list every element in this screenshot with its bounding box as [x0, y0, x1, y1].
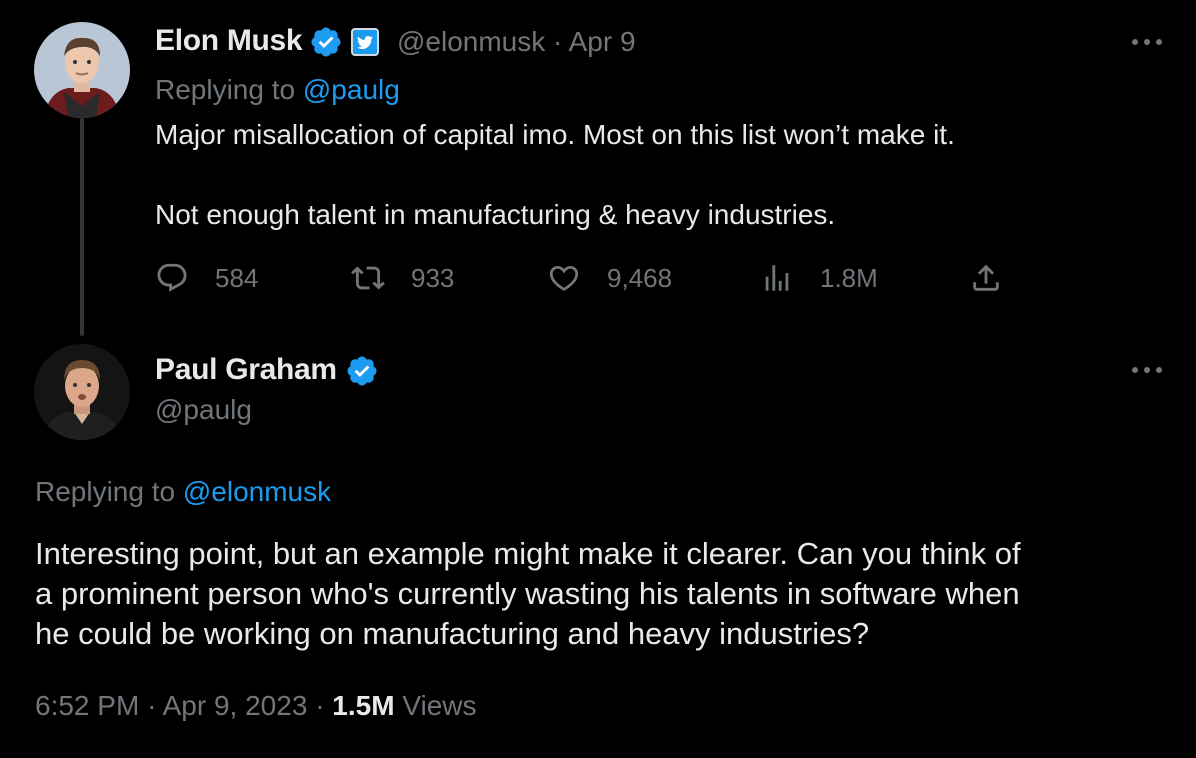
tweet-text-line: he could be working on manufacturing and… [35, 616, 870, 651]
separator-dot: · [553, 26, 563, 57]
share-button[interactable] [969, 258, 1003, 298]
verified-badge-icon[interactable] [345, 354, 379, 388]
replying-to-line: Replying to @elonmusk [35, 476, 331, 508]
author-name[interactable]: Elon Musk [155, 24, 303, 58]
replying-to-handle-link[interactable]: @elonmusk [183, 476, 331, 507]
verified-badge-icon[interactable] [309, 25, 343, 59]
reply-icon [155, 261, 189, 295]
tweet-time[interactable]: 6:52 PM [35, 690, 139, 721]
tweet-full-date[interactable]: Apr 9, 2023 [163, 690, 308, 721]
author-handle[interactable]: @elonmusk [397, 26, 545, 57]
avatar-elon-musk[interactable] [34, 22, 130, 118]
retweet-button[interactable]: 933 [351, 258, 454, 298]
views-button[interactable]: 1.8M [760, 258, 878, 298]
like-count: 9,468 [607, 262, 673, 293]
retweet-icon [351, 261, 385, 295]
views-count: 1.5M [332, 690, 395, 721]
like-icon [547, 261, 581, 295]
tweet-header-meta: @elonmusk · Apr 9 [397, 26, 636, 58]
views-label: Views [402, 690, 477, 721]
tweet-meta: 6:52 PM · Apr 9, 2023 · 1.5M Views [35, 690, 477, 722]
like-button[interactable]: 9,468 [547, 258, 672, 298]
views-count: 1.8M [820, 262, 878, 293]
tweet-text: Interesting point, but an example might … [35, 534, 1021, 654]
tweet-date[interactable]: Apr 9 [569, 26, 636, 57]
tweet-text-line: Interesting point, but an example might … [35, 536, 1021, 571]
retweet-count: 933 [411, 262, 455, 293]
tweet-text-line: Not enough talent in manufacturing & hea… [155, 199, 836, 230]
reply-count: 584 [215, 262, 259, 293]
more-icon[interactable] [1130, 365, 1164, 375]
share-icon [969, 261, 1003, 295]
avatar-paul-graham[interactable] [34, 344, 130, 440]
views-icon [760, 261, 794, 295]
replying-to-handle-link[interactable]: @paulg [303, 74, 400, 105]
tweet-text-line: Major misallocation of capital imo. Most… [155, 119, 955, 150]
author-name[interactable]: Paul Graham [155, 353, 337, 387]
separator-dot: · [147, 690, 157, 721]
separator-dot: · [315, 690, 325, 721]
tweet-text-line: a prominent person who's currently wasti… [35, 576, 1020, 611]
more-icon[interactable] [1130, 37, 1164, 47]
thread-connector-line [80, 118, 84, 336]
replying-to-label: Replying to [155, 74, 296, 105]
reply-button[interactable]: 584 [155, 258, 258, 298]
replying-to-label: Replying to [35, 476, 176, 507]
replying-to-line: Replying to @paulg [155, 74, 400, 106]
org-affiliation-icon[interactable] [351, 28, 379, 56]
author-handle[interactable]: @paulg [155, 394, 252, 426]
